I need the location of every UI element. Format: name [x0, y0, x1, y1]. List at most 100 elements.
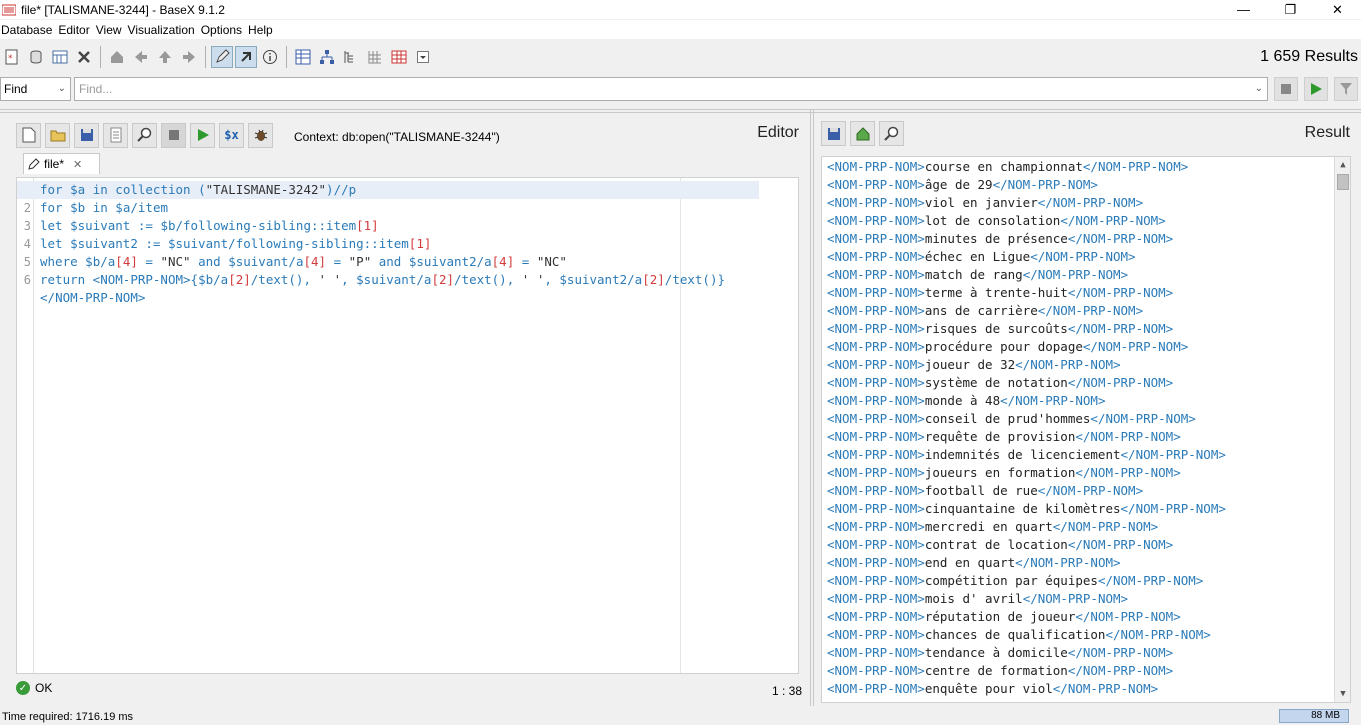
new-database-icon[interactable]: *	[1, 46, 23, 68]
result-line: <NOM-PRP-NOM>ans de carrière</NOM-PRP-NO…	[827, 303, 1144, 318]
query-status: ✓ OK	[16, 681, 52, 695]
close-window-button[interactable]: ✕	[1314, 0, 1361, 19]
result-line: <NOM-PRP-NOM>match de rang</NOM-PRP-NOM>	[827, 267, 1129, 282]
line-number: 4	[23, 237, 31, 251]
result-line: <NOM-PRP-NOM>requête de provision</NOM-P…	[827, 429, 1181, 444]
tab-label: file*	[44, 157, 65, 171]
menu-database[interactable]: Database	[0, 23, 57, 37]
result-toolbar	[821, 121, 908, 146]
find-placeholder: Find...	[79, 82, 113, 96]
new-file-button[interactable]	[16, 122, 41, 148]
code-line: for $a in collection ("TALISMANE-3242")/…	[17, 181, 759, 199]
menu-help[interactable]: Help	[247, 23, 278, 37]
results-count: 1 659 Results	[1260, 48, 1358, 65]
editor-toggle-icon[interactable]	[211, 46, 233, 68]
svg-text:*: *	[8, 54, 13, 64]
set-context-button[interactable]: $x	[219, 122, 244, 148]
menu-view[interactable]: View	[95, 23, 127, 37]
chevron-down-icon[interactable]: ⌄	[1255, 78, 1263, 100]
close-tab-icon[interactable]: ✕	[73, 158, 82, 171]
save-result-button[interactable]	[821, 121, 846, 146]
home-icon[interactable]	[106, 46, 128, 68]
result-line: <NOM-PRP-NOM>échec en Ligue</NOM-PRP-NOM…	[827, 249, 1136, 264]
open-file-button[interactable]	[45, 122, 70, 148]
result-line: <NOM-PRP-NOM>monde à 48</NOM-PRP-NOM>	[827, 393, 1106, 408]
result-line: <NOM-PRP-NOM>enquête pour viol</NOM-PRP-…	[827, 681, 1159, 696]
stop-button[interactable]	[1274, 77, 1298, 101]
editor-title: Editor	[757, 124, 799, 141]
menu-visualization[interactable]: Visualization	[127, 23, 200, 37]
memory-indicator[interactable]: 88 MB	[1279, 709, 1349, 723]
result-panel: Result <NOM-PRP-NOM>course en championna…	[818, 116, 1361, 704]
result-line: <NOM-PRP-NOM>terme à trente-huit</NOM-PR…	[827, 285, 1174, 300]
find-mode-select[interactable]: Find ⌄	[0, 77, 71, 101]
debug-button[interactable]	[248, 122, 273, 148]
format-button[interactable]	[103, 122, 128, 148]
title-bar: file* [TALISMANE-3244] - BaseX 9.1.2 — ❐…	[0, 0, 1361, 19]
scroll-up-icon[interactable]: ▲	[1335, 157, 1350, 173]
result-line: <NOM-PRP-NOM>conseil de prud'hommes</NOM…	[827, 411, 1196, 426]
open-database-icon[interactable]	[25, 46, 47, 68]
tab-file[interactable]: file* ✕	[23, 153, 100, 174]
code-line: let $suivant := $b/following-sibling::it…	[40, 218, 379, 233]
search-result-button[interactable]	[879, 121, 904, 146]
find-replace-button[interactable]	[132, 122, 157, 148]
scroll-thumb[interactable]	[1337, 174, 1349, 190]
run-query-button[interactable]	[190, 122, 215, 148]
basex-logo-icon	[2, 4, 16, 15]
run-button[interactable]	[1304, 77, 1328, 101]
result-line: <NOM-PRP-NOM>tendance à domicile</NOM-PR…	[827, 645, 1174, 660]
result-line: <NOM-PRP-NOM>centre de formation</NOM-PR…	[827, 663, 1174, 678]
line-number: 2	[23, 201, 31, 215]
result-line: <NOM-PRP-NOM>indemnités de licenciement<…	[827, 447, 1226, 462]
result-line: <NOM-PRP-NOM>cinquantaine de kilomètres<…	[827, 501, 1226, 516]
table-view-icon[interactable]	[388, 46, 410, 68]
minimize-button[interactable]: —	[1220, 0, 1267, 19]
result-line: <NOM-PRP-NOM>risques de surcoûts</NOM-PR…	[827, 321, 1174, 336]
result-line: <NOM-PRP-NOM>viol en janvier</NOM-PRP-NO…	[827, 195, 1144, 210]
code-line: where $b/a[4] = "NC" and $suivant/a[4] =…	[40, 254, 567, 269]
back-arrow-icon[interactable]	[130, 46, 152, 68]
folder-view-icon[interactable]	[340, 46, 362, 68]
result-line: <NOM-PRP-NOM>système de notation</NOM-PR…	[827, 375, 1174, 390]
tree-view-icon[interactable]	[316, 46, 338, 68]
chevron-down-icon: ⌄	[57, 83, 66, 94]
result-line: <NOM-PRP-NOM>contrat de location</NOM-PR…	[827, 537, 1174, 552]
result-line: <NOM-PRP-NOM>procédure pour dopage</NOM-…	[827, 339, 1189, 354]
result-lines: <NOM-PRP-NOM>course en championnat</NOM-…	[827, 158, 1226, 698]
map-view-icon[interactable]	[292, 46, 314, 68]
result-line: <NOM-PRP-NOM>mercredi en quart</NOM-PRP-…	[827, 519, 1159, 534]
code-lines: for $a in collection ("TALISMANE-3242")/…	[17, 181, 759, 307]
status-bar: Time required: 1716.19 ms 88 MB	[0, 708, 1361, 725]
database-properties-icon[interactable]	[49, 46, 71, 68]
line-number-gutter: 1 2 3 4 5 6	[17, 178, 34, 673]
find-bar: Find ⌄ Find... ⌄	[0, 77, 1361, 102]
close-database-icon[interactable]	[73, 46, 95, 68]
context-label: Context: db:open("TALISMANE-3244")	[294, 130, 500, 144]
vertical-divider[interactable]	[810, 109, 814, 706]
result-view[interactable]: <NOM-PRP-NOM>course en championnat</NOM-…	[821, 156, 1351, 703]
up-arrow-icon[interactable]	[154, 46, 176, 68]
editor-panel: $x Context: db:open("TALISMANE-3244") Ed…	[11, 116, 810, 704]
find-input[interactable]: Find... ⌄	[74, 77, 1268, 101]
views-dropdown-icon[interactable]	[412, 46, 434, 68]
home-result-button[interactable]	[850, 121, 875, 146]
info-icon[interactable]	[259, 46, 281, 68]
save-file-button[interactable]	[74, 122, 99, 148]
plot-view-icon[interactable]	[364, 46, 386, 68]
result-line: <NOM-PRP-NOM>mois d' avril</NOM-PRP-NOM>	[827, 591, 1129, 606]
filter-button[interactable]	[1334, 77, 1358, 101]
maximize-button[interactable]: ❐	[1267, 0, 1314, 19]
result-toggle-icon[interactable]	[235, 46, 257, 68]
result-line: <NOM-PRP-NOM>minutes de présence</NOM-PR…	[827, 231, 1174, 246]
check-icon: ✓	[16, 681, 30, 695]
scroll-down-icon[interactable]: ▼	[1335, 686, 1350, 702]
menu-options[interactable]: Options	[200, 23, 247, 37]
result-scrollbar[interactable]: ▲ ▼	[1334, 157, 1350, 702]
horizontal-divider[interactable]	[0, 109, 1361, 113]
stop-query-button[interactable]	[161, 122, 186, 148]
menu-editor[interactable]: Editor	[57, 23, 94, 37]
code-line: </NOM-PRP-NOM>	[40, 290, 146, 305]
code-editor[interactable]: 1 2 3 4 5 6 for $a in collection ("TALIS…	[16, 177, 799, 674]
forward-arrow-icon[interactable]	[178, 46, 200, 68]
